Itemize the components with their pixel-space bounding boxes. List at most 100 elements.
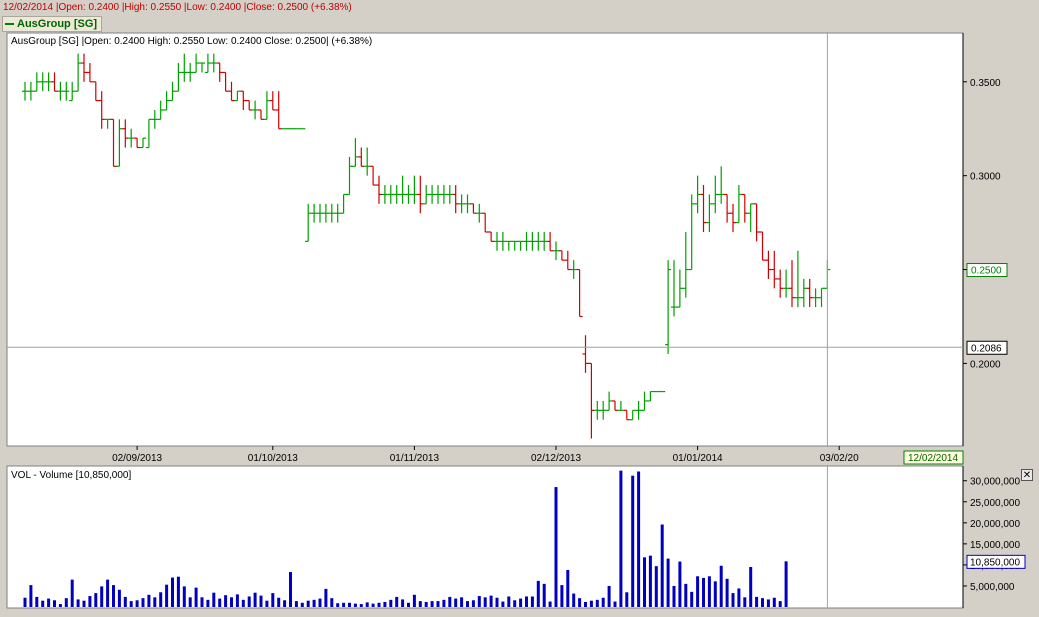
chart-canvas[interactable]: 0.3500 0.3000 0.2500 0.2000 02/09/2013 01/10… xyxy=(0,0,1039,617)
volume-bar xyxy=(377,602,381,607)
volume-bar xyxy=(743,597,747,607)
cursor-date-text: 12/02/2014 xyxy=(908,453,958,464)
volume-y-tick-label: 15,000,000 xyxy=(970,540,1020,551)
volume-bar xyxy=(702,577,705,607)
volume-bar xyxy=(265,600,269,607)
last-price-label: 0.2500 xyxy=(966,263,1008,278)
volume-bar xyxy=(666,558,670,607)
volume-bar xyxy=(159,592,163,607)
volume-bar xyxy=(147,594,151,607)
volume-y-ticks: 30,000,000 25,000,000 20,000,000 15,000,000… xyxy=(963,477,1020,593)
volume-bar xyxy=(625,592,629,607)
volume-bar xyxy=(654,566,658,607)
volume-bar xyxy=(94,593,98,607)
volume-bar xyxy=(401,599,405,607)
volume-bar xyxy=(348,602,351,607)
volume-bar xyxy=(578,598,582,607)
last-price-text: 0.2500 xyxy=(971,266,1002,277)
price-plot-area[interactable] xyxy=(6,32,964,447)
volume-bar xyxy=(312,599,316,607)
volume-bar xyxy=(283,600,287,607)
volume-bar xyxy=(412,594,416,607)
volume-bar xyxy=(70,579,74,607)
price-x-tick-label: 01/01/2014 xyxy=(673,453,723,464)
volume-bar xyxy=(690,591,694,607)
volume-bar xyxy=(424,601,428,607)
volume-bar xyxy=(23,597,27,607)
volume-bar xyxy=(342,602,346,607)
volume-bar xyxy=(389,599,393,607)
price-y-tick-label: 0.2000 xyxy=(970,359,1001,370)
volume-bar xyxy=(194,587,198,607)
volume-y-tick-label: 20,000,000 xyxy=(970,519,1020,530)
volume-bar xyxy=(324,588,328,607)
volume-bar xyxy=(507,596,511,607)
volume-bar xyxy=(589,600,593,607)
volume-bar xyxy=(448,596,452,607)
volume-bar xyxy=(584,601,587,607)
volume-bar xyxy=(631,475,635,607)
volume-bar xyxy=(289,572,292,607)
volume-bar xyxy=(601,597,605,607)
close-icon: ✕ xyxy=(1022,470,1032,481)
volume-bar xyxy=(200,597,204,607)
volume-bar xyxy=(660,524,664,607)
volume-bar xyxy=(271,593,275,607)
volume-bar xyxy=(719,565,723,607)
volume-bar xyxy=(35,596,39,607)
volume-bar xyxy=(755,596,759,607)
volume-bar xyxy=(430,601,434,607)
volume-bar xyxy=(749,567,753,607)
volume-bar xyxy=(678,561,682,607)
volume-bar xyxy=(47,598,51,607)
volume-bar xyxy=(454,598,458,607)
volume-bar xyxy=(224,595,228,607)
volume-bar xyxy=(471,600,475,607)
volume-bar xyxy=(548,601,552,607)
volume-bar xyxy=(182,586,186,607)
volume-bar xyxy=(536,580,540,607)
volume-bar xyxy=(141,598,145,607)
volume-bar xyxy=(707,576,711,607)
volume-y-tick-label: 5,000,000 xyxy=(970,582,1015,593)
volume-bar xyxy=(713,581,717,607)
price-x-tick-label: 02/09/2013 xyxy=(112,453,162,464)
cursor-date-label: 12/02/2014 xyxy=(903,450,964,465)
volume-plot-area[interactable] xyxy=(6,465,964,609)
volume-bar xyxy=(218,598,222,607)
price-y-ticks: 0.3500 0.3000 0.2500 0.2000 xyxy=(963,78,1001,370)
volume-bar xyxy=(672,585,676,607)
volume-bar xyxy=(418,601,422,607)
volume-bar xyxy=(306,600,310,607)
volume-bar xyxy=(407,602,410,607)
crosshair-price-label: 0.2086 xyxy=(966,340,1008,355)
volume-bar xyxy=(82,600,86,607)
volume-bar xyxy=(365,602,369,607)
volume-bar xyxy=(696,576,700,607)
volume-y-tick-label: 25,000,000 xyxy=(970,498,1020,509)
volume-bar xyxy=(643,557,646,607)
volume-bar xyxy=(135,600,139,607)
volume-bar xyxy=(684,583,688,607)
volume-bar xyxy=(117,589,121,607)
volume-bar xyxy=(318,598,322,607)
volume-bar xyxy=(784,561,788,607)
volume-bar xyxy=(436,601,440,607)
volume-bar xyxy=(607,585,611,607)
volume-bar xyxy=(259,595,263,607)
volume-bar xyxy=(206,599,210,607)
volume-bar xyxy=(772,597,776,607)
volume-bar xyxy=(483,597,487,607)
price-y-tick-label: 0.3500 xyxy=(970,78,1001,89)
volume-bar xyxy=(519,598,523,607)
volume-bar xyxy=(619,470,623,607)
volume-bar xyxy=(383,601,387,607)
close-volume-panel-button[interactable]: ✕ xyxy=(1021,469,1033,481)
volume-bar xyxy=(637,471,641,607)
price-y-tick-label: 0.3000 xyxy=(970,172,1001,183)
volume-bar xyxy=(64,598,68,607)
volume-bar xyxy=(88,596,92,607)
volume-bar xyxy=(253,592,257,607)
volume-bar xyxy=(165,584,169,607)
price-x-tick-label: 03/02/20 xyxy=(820,453,859,464)
